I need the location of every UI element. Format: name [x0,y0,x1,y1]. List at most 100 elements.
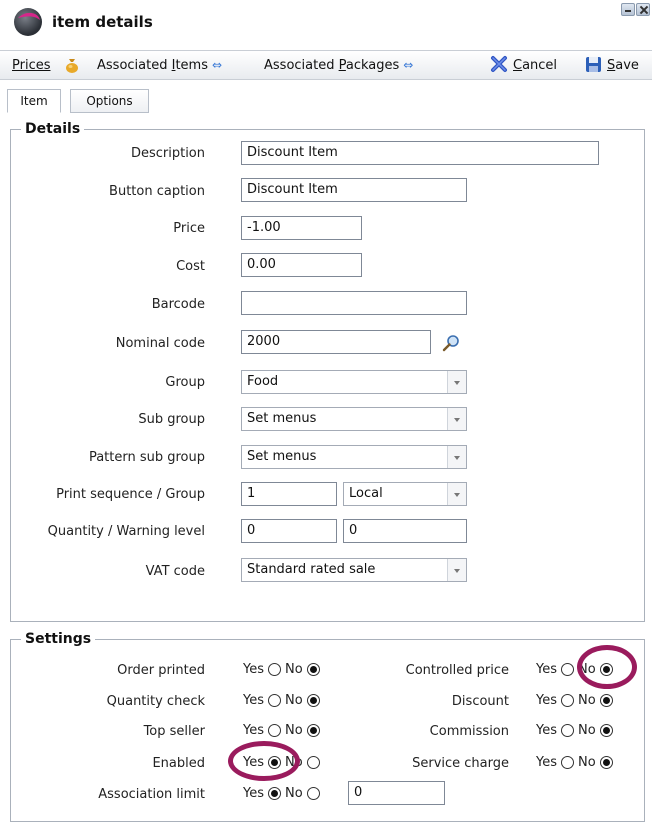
top-seller-yes-radio[interactable] [268,724,281,737]
settings-legend: Settings [21,631,96,647]
no-label: No [285,723,303,738]
barcode-input[interactable] [241,291,467,315]
pattern-sub-group-label: Pattern sub group [88,450,205,465]
top-seller-label: Top seller [143,724,205,739]
vat-code-select[interactable]: Standard rated sale [241,558,467,582]
button-caption-input[interactable]: Discount Item [241,178,467,202]
print-sequence-label: Print sequence / Group [56,487,205,502]
toolbar: Prices Associated Items ⇔ Associated Pack… [0,50,652,80]
association-limit-no-radio[interactable] [306,787,320,800]
vat-code-select-value: Standard rated sale [247,562,376,577]
association-limit-label: Association limit [98,787,205,802]
title-bar: item details [0,0,652,46]
no-label: No [578,755,596,770]
save-disk-icon [586,57,601,72]
quantity-check-label: Quantity check [106,694,205,709]
yes-label: Yes [536,693,557,708]
highlight-circle-enabled [228,741,300,781]
pattern-sub-group-select[interactable]: Set menus [241,445,467,469]
discount-no-radio[interactable] [599,694,613,707]
commission-label: Commission [429,724,509,739]
description-label: Description [130,146,205,161]
yes-label: Yes [536,723,557,738]
order-printed-no-radio[interactable] [306,663,320,676]
order-printed-yes-radio[interactable] [268,663,281,676]
left-right-arrow-icon: ⇔ [212,58,223,72]
commission-no-radio[interactable] [599,724,613,737]
top-seller-radio-group: Yes No [243,723,324,738]
discount-yes-radio[interactable] [561,694,574,707]
commission-yes-radio[interactable] [561,724,574,737]
associated-packages-accel: P [338,58,346,73]
association-limit-input[interactable]: 0 [348,781,445,805]
details-legend: Details [21,121,85,137]
tab-item[interactable]: Item [7,89,61,113]
save-button[interactable]: Save [607,58,639,73]
button-caption-label: Button caption [109,184,205,199]
no-label: No [578,723,596,738]
prices-link[interactable]: Prices [12,58,51,73]
cancel-button[interactable]: Cancel [513,58,557,73]
group-select[interactable]: Food [241,370,467,394]
print-sequence-input[interactable]: 1 [241,482,337,506]
associated-packages-label-a: Associated [264,58,339,73]
discount-label: Discount [451,694,509,709]
nominal-code-input[interactable]: 2000 [241,330,431,354]
order-printed-label: Order printed [117,663,205,678]
commission-radio-group: Yes No [536,723,617,738]
sub-group-select-value: Set menus [247,411,317,426]
app-logo-icon [14,8,42,36]
save-label: ave [615,58,639,73]
print-group-select[interactable]: Local [343,482,467,506]
cancel-label: ancel [522,58,558,73]
enabled-label: Enabled [152,756,205,771]
nominal-code-label: Nominal code [115,336,205,351]
yes-label: Yes [243,693,264,708]
no-label: No [578,693,596,708]
yes-label: Yes [243,723,264,738]
service-charge-yes-radio[interactable] [561,756,574,769]
controlled-price-label: Controlled price [405,663,509,678]
associated-packages-link[interactable]: Associated Packages ⇔ [264,58,413,73]
quantity-check-yes-radio[interactable] [268,694,281,707]
price-label: Price [173,221,205,236]
description-input[interactable]: Discount Item [241,141,599,165]
cancel-x-icon [491,56,507,72]
money-bag-icon [66,59,78,73]
association-limit-yes-radio[interactable] [268,787,281,800]
discount-radio-group: Yes No [536,693,617,708]
yes-label: Yes [536,662,557,677]
yes-label: Yes [243,662,264,677]
yes-label: Yes [243,786,264,801]
close-button[interactable] [636,3,650,16]
controlled-price-yes-radio[interactable] [561,663,574,676]
no-label: No [285,786,303,801]
cost-label: Cost [176,259,205,274]
enabled-no-radio[interactable] [306,756,320,769]
service-charge-radio-group: Yes No [536,755,617,770]
associated-items-label-b: tems [175,58,208,73]
quantity-check-no-radio[interactable] [306,694,320,707]
quantity-label: Quantity / Warning level [47,524,205,539]
chevron-down-icon [447,446,466,468]
no-label: No [285,662,303,677]
associated-items-link[interactable]: Associated Items ⇔ [97,58,222,73]
service-charge-no-radio[interactable] [599,756,613,769]
quantity-input[interactable]: 0 [241,519,337,543]
chevron-down-icon [447,371,466,393]
top-seller-no-radio[interactable] [306,724,320,737]
warning-level-input[interactable]: 0 [343,519,467,543]
tab-options[interactable]: Options [70,89,149,113]
group-label: Group [165,375,205,390]
print-group-select-value: Local [349,486,383,501]
pattern-sub-group-select-value: Set menus [247,449,317,464]
search-icon[interactable] [441,333,461,353]
window-title: item details [52,13,153,31]
sub-group-select[interactable]: Set menus [241,407,467,431]
group-select-value: Food [247,374,279,389]
chevron-down-icon [447,408,466,430]
minimize-button[interactable] [621,3,635,16]
service-charge-label: Service charge [412,756,509,771]
cost-input[interactable]: 0.00 [241,253,362,277]
price-input[interactable]: -1.00 [241,216,362,240]
